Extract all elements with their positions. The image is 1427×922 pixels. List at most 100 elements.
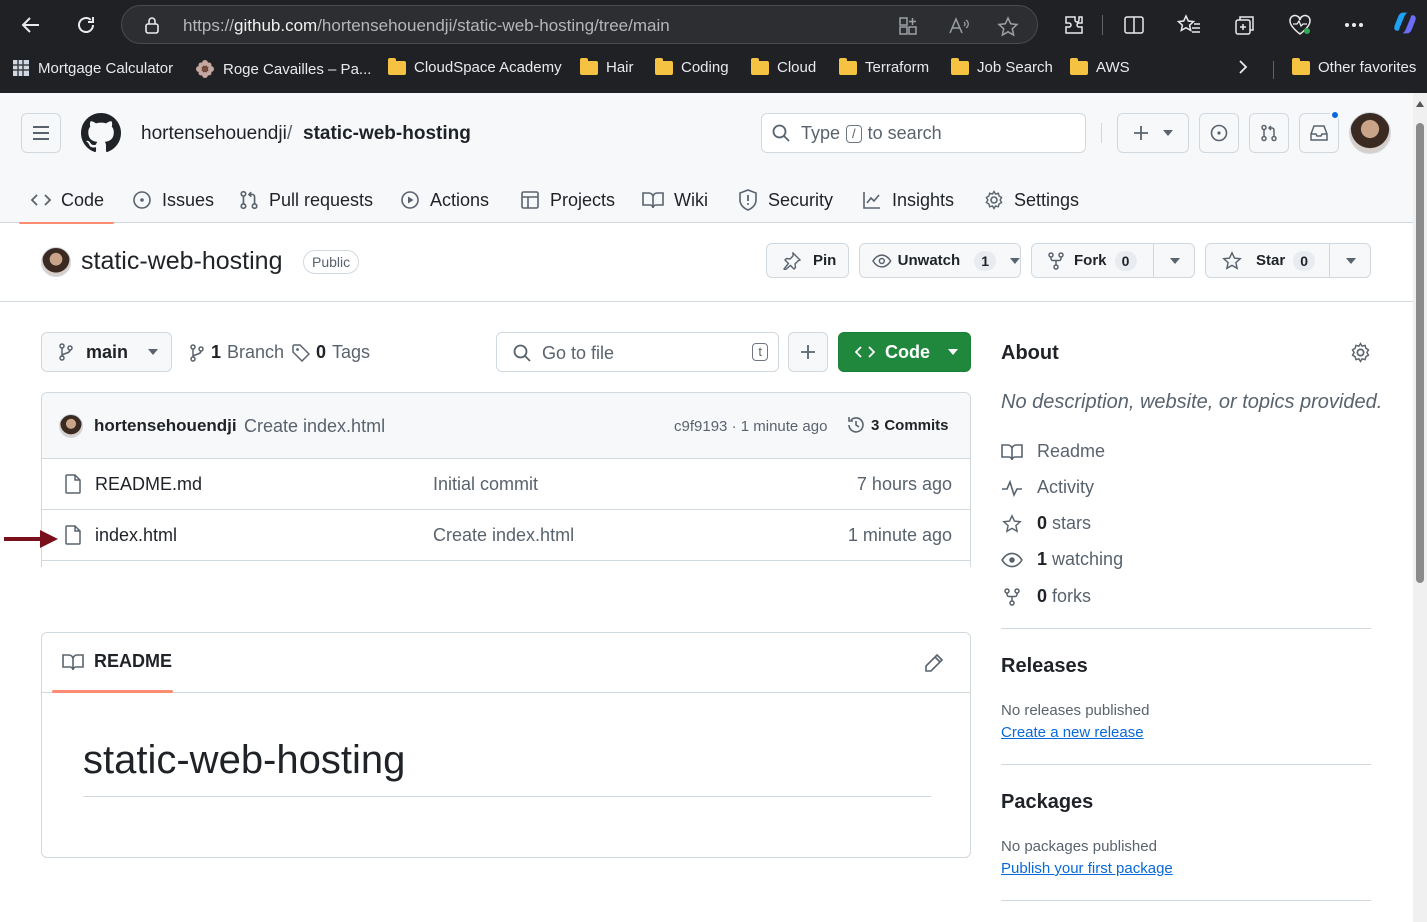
file-row[interactable]: README.md Initial commit 7 hours ago bbox=[42, 459, 970, 510]
pull-requests-button[interactable] bbox=[1249, 113, 1289, 153]
about-forks-link[interactable]: 0 forks bbox=[1001, 586, 1091, 607]
inbox-icon bbox=[1310, 125, 1328, 141]
back-button[interactable] bbox=[14, 8, 48, 42]
collections-icon[interactable] bbox=[1232, 12, 1258, 38]
bookmark-roge-cavailles[interactable]: Roge Cavailles – Pa... bbox=[195, 59, 371, 79]
packages-empty: No packages published bbox=[1001, 838, 1157, 855]
book-icon bbox=[642, 192, 664, 209]
about-readme-link[interactable]: Readme bbox=[1001, 441, 1105, 462]
tab-security[interactable]: Security bbox=[738, 177, 833, 223]
pin-button[interactable]: Pin bbox=[766, 243, 849, 278]
search-input[interactable]: Type / to search bbox=[761, 113, 1086, 153]
file-commit-message[interactable]: Create index.html bbox=[433, 525, 574, 546]
extensions-icon[interactable] bbox=[1061, 12, 1087, 38]
file-row[interactable]: index.html Create index.html 1 minute ag… bbox=[42, 510, 970, 561]
about-activity-link[interactable]: Activity bbox=[1001, 477, 1094, 498]
menu-button[interactable] bbox=[21, 113, 61, 153]
repo-title[interactable]: static-web-hosting bbox=[81, 247, 282, 276]
eye-icon bbox=[872, 253, 892, 268]
create-new-button[interactable] bbox=[1117, 113, 1189, 153]
breadcrumb-separator: / bbox=[287, 123, 293, 144]
pull-request-icon bbox=[1261, 124, 1277, 142]
commits-link[interactable]: 3 Commits bbox=[846, 415, 949, 435]
issues-button[interactable] bbox=[1199, 113, 1239, 153]
address-bar[interactable]: https://github.com/hortensehouendji/stat… bbox=[121, 5, 1038, 44]
bookmark-job-search[interactable]: Job Search bbox=[951, 57, 1053, 76]
page-scrollbar[interactable] bbox=[1413, 93, 1427, 922]
user-avatar[interactable] bbox=[1349, 112, 1391, 154]
star-icon bbox=[1222, 250, 1242, 270]
packages-title[interactable]: Packages bbox=[1001, 791, 1093, 814]
about-description: No description, website, or topics provi… bbox=[1001, 391, 1383, 413]
owner-avatar[interactable] bbox=[41, 247, 71, 277]
tab-wiki[interactable]: Wiki bbox=[642, 177, 708, 223]
gear-icon[interactable] bbox=[1350, 342, 1371, 363]
branch-selector[interactable]: main bbox=[41, 332, 172, 372]
scroll-up-arrow-icon[interactable] bbox=[1416, 101, 1424, 107]
publish-package-link[interactable]: Publish your first package bbox=[1001, 860, 1173, 877]
bookmark-cloud[interactable]: Cloud bbox=[751, 57, 816, 76]
add-file-button[interactable] bbox=[788, 332, 828, 372]
hamburger-icon bbox=[33, 126, 49, 140]
file-commit-message[interactable]: Initial commit bbox=[433, 474, 538, 495]
commit-author-avatar[interactable] bbox=[59, 414, 83, 438]
browser-essentials-icon[interactable] bbox=[1287, 12, 1313, 38]
commit-sha[interactable]: c9f9193 bbox=[674, 418, 727, 435]
pull-request-icon bbox=[240, 190, 258, 210]
fork-button[interactable]: Fork 0 bbox=[1031, 243, 1195, 278]
scrollbar-thumb[interactable] bbox=[1416, 123, 1424, 583]
more-options-icon[interactable] bbox=[1341, 12, 1367, 38]
bookmark-hair[interactable]: Hair bbox=[580, 57, 634, 76]
breadcrumb-owner[interactable]: hortensehouendji bbox=[141, 123, 287, 145]
go-to-file-input[interactable]: Go to file t bbox=[496, 332, 779, 372]
tab-settings[interactable]: Settings bbox=[984, 177, 1079, 223]
caret-down-icon bbox=[948, 349, 958, 355]
branch-icon bbox=[59, 343, 73, 361]
tab-code[interactable]: Code bbox=[18, 177, 115, 224]
bookmark-terraform[interactable]: Terraform bbox=[839, 57, 929, 76]
bookmark-mortgage-calculator[interactable]: Mortgage Calculator bbox=[12, 59, 173, 77]
github-logo-icon[interactable] bbox=[81, 113, 121, 153]
bookmark-cloudspace-academy[interactable]: CloudSpace Academy bbox=[388, 57, 562, 76]
star-button[interactable]: Star 0 bbox=[1205, 243, 1371, 278]
file-name[interactable]: index.html bbox=[95, 525, 177, 546]
unwatch-button[interactable]: Unwatch 1 bbox=[859, 243, 1021, 278]
favorite-star-icon[interactable] bbox=[997, 16, 1019, 38]
branches-link[interactable]: 1 Branch bbox=[189, 342, 284, 363]
breadcrumb-repo[interactable]: static-web-hosting bbox=[303, 123, 471, 145]
bookmark-other-favorites[interactable]: Other favorites bbox=[1292, 57, 1416, 76]
commit-author[interactable]: hortensehouendji bbox=[94, 416, 237, 436]
bookmark-aws[interactable]: AWS bbox=[1070, 57, 1130, 76]
edit-pencil-icon[interactable] bbox=[924, 653, 944, 673]
copilot-icon[interactable] bbox=[1392, 10, 1418, 36]
tab-issues[interactable]: Issues bbox=[132, 177, 214, 223]
plus-icon bbox=[1134, 126, 1148, 140]
readme-tab[interactable]: README bbox=[62, 651, 172, 672]
code-dropdown-button[interactable]: Code bbox=[838, 332, 971, 372]
releases-title[interactable]: Releases bbox=[1001, 655, 1088, 678]
split-screen-icon[interactable] bbox=[1121, 12, 1147, 38]
about-watching-link[interactable]: 1 watching bbox=[1001, 549, 1123, 570]
file-icon bbox=[64, 474, 82, 494]
pulse-icon bbox=[1002, 479, 1022, 497]
commit-message[interactable]: Create index.html bbox=[244, 416, 385, 437]
create-release-link[interactable]: Create a new release bbox=[1001, 724, 1144, 741]
bookmark-coding[interactable]: Coding bbox=[655, 57, 729, 76]
favorites-icon[interactable] bbox=[1176, 12, 1202, 38]
apps-icon[interactable] bbox=[898, 16, 918, 36]
file-name[interactable]: README.md bbox=[95, 474, 202, 495]
branch-icon bbox=[190, 343, 204, 362]
about-stars-link[interactable]: 0 stars bbox=[1001, 513, 1091, 534]
folder-icon bbox=[1292, 57, 1310, 75]
tab-pull-requests[interactable]: Pull requests bbox=[239, 177, 373, 223]
read-aloud-icon[interactable] bbox=[948, 16, 970, 36]
caret-down-icon[interactable] bbox=[1346, 258, 1356, 264]
tags-link[interactable]: 0 Tags bbox=[292, 342, 370, 363]
tab-actions[interactable]: Actions bbox=[400, 177, 489, 223]
tab-insights[interactable]: Insights bbox=[862, 177, 954, 223]
refresh-button[interactable] bbox=[69, 8, 103, 42]
file-age: 1 minute ago bbox=[847, 525, 952, 545]
tab-projects[interactable]: Projects bbox=[520, 177, 615, 223]
caret-down-icon[interactable] bbox=[1170, 258, 1180, 264]
bookmarks-overflow-button[interactable] bbox=[1237, 59, 1249, 75]
